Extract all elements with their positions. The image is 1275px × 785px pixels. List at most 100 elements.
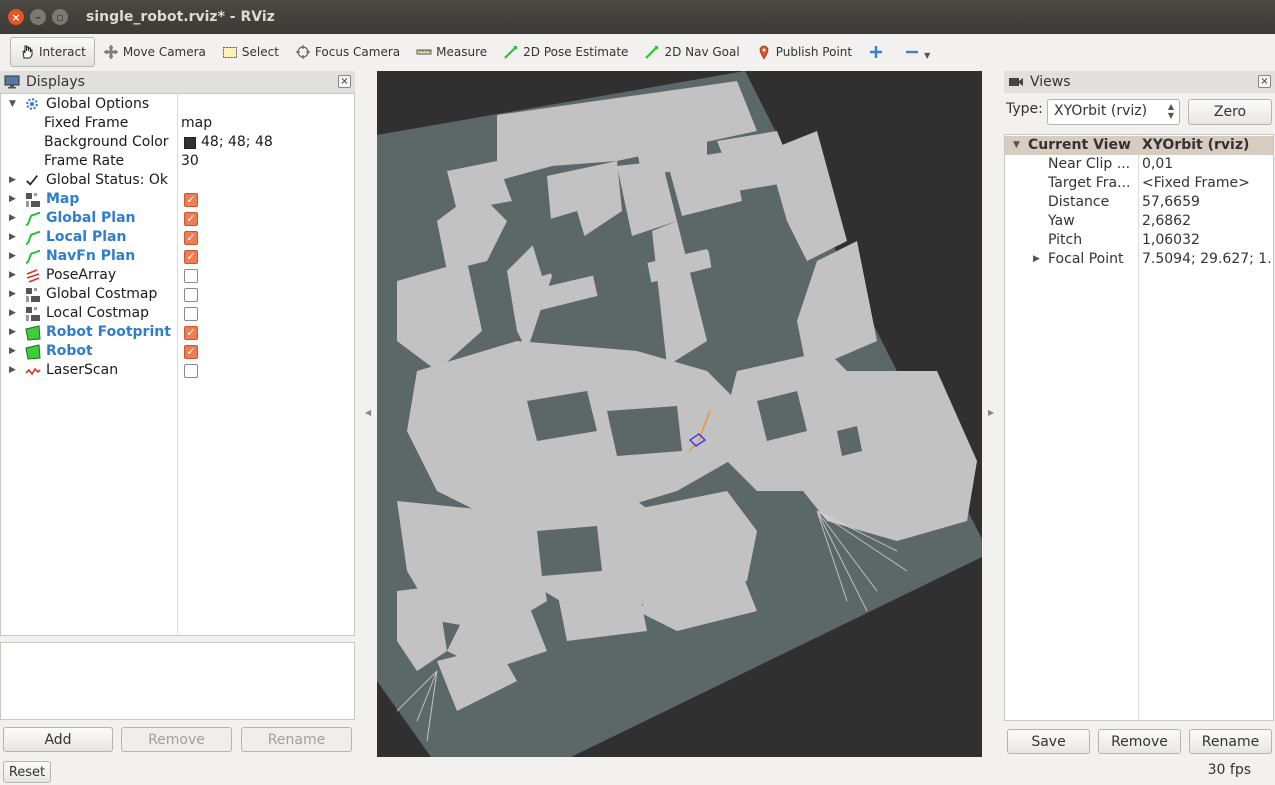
rename-display-button[interactable]: Rename	[241, 727, 352, 752]
grid-map-icon	[25, 192, 41, 208]
display-item-posearray[interactable]: ▶ PoseArray	[1, 266, 354, 285]
tool-2d-nav-goal[interactable]: 2D Nav Goal	[636, 37, 747, 67]
collapsed-arrow-icon[interactable]: ▶	[9, 361, 19, 380]
display-item-global-plan[interactable]: ▶ Global Plan ✓	[1, 209, 354, 228]
remove-tool-menu-button[interactable]: ▼	[896, 37, 938, 67]
display-item-checkbox[interactable]	[184, 307, 198, 321]
collapsed-arrow-icon[interactable]: ▶	[9, 285, 19, 304]
display-item-global-costmap[interactable]: ▶ Global Costmap	[1, 285, 354, 304]
collapsed-arrow-icon[interactable]: ▶	[9, 190, 19, 209]
view-property-value[interactable]: 2,6862	[1142, 212, 1272, 231]
displays-panel-header: Displays ×	[0, 71, 355, 93]
display-item-checkbox[interactable]	[184, 288, 198, 302]
window-close-button[interactable]: ×	[8, 9, 24, 25]
tree-row-global-status[interactable]: ▶ Global Status: Ok	[1, 171, 354, 190]
display-item-robot[interactable]: ▶ Robot ✓	[1, 342, 354, 361]
display-item-checkbox[interactable]	[184, 269, 198, 283]
current-view-row[interactable]: ▼ Current View XYOrbit (rviz)	[1005, 136, 1273, 155]
map-pin-icon	[756, 44, 772, 60]
window-maximize-button[interactable]: ▫	[52, 9, 68, 25]
path-icon	[25, 249, 41, 265]
save-view-button[interactable]: Save	[1007, 729, 1090, 754]
remove-view-button[interactable]: Remove	[1098, 729, 1181, 754]
collapsed-arrow-icon[interactable]: ▶	[9, 209, 19, 228]
tree-row-global-options[interactable]: ▼ Global Options	[1, 95, 354, 114]
display-item-robot-footprint[interactable]: ▶ Robot Footprint ✓	[1, 323, 354, 342]
tool-move-camera[interactable]: Move Camera	[95, 37, 214, 67]
displays-panel-close-button[interactable]: ×	[338, 75, 351, 88]
tool-label: 2D Nav Goal	[664, 45, 740, 59]
collapsed-arrow-icon[interactable]: ▶	[9, 171, 19, 190]
view-property-key: Target Fra...	[1048, 175, 1131, 191]
display-item-checkbox[interactable]: ✓	[184, 326, 198, 340]
collapsed-arrow-icon[interactable]: ▶	[1033, 250, 1040, 269]
view-property-value[interactable]: 57,6659	[1142, 193, 1272, 212]
expanded-arrow-icon[interactable]: ▼	[1013, 136, 1020, 155]
fixed-frame-value[interactable]: map	[181, 114, 212, 133]
view-property-row[interactable]: Distance 57,6659	[1005, 193, 1273, 212]
zero-view-button[interactable]: Zero	[1188, 99, 1272, 125]
collapsed-arrow-icon[interactable]: ▶	[9, 304, 19, 323]
collapsed-arrow-icon[interactable]: ▶	[9, 266, 19, 285]
remove-display-button[interactable]: Remove	[121, 727, 232, 752]
view-property-key: Pitch	[1048, 232, 1083, 248]
view-property-row[interactable]: Target Fra... <Fixed Frame>	[1005, 174, 1273, 193]
add-display-button[interactable]: Add	[3, 727, 113, 752]
display-item-local-plan[interactable]: ▶ Local Plan ✓	[1, 228, 354, 247]
reset-button[interactable]: Reset	[3, 761, 51, 783]
expanded-arrow-icon[interactable]: ▼	[9, 95, 19, 114]
tool-select[interactable]: Select	[214, 37, 287, 67]
background-color-value[interactable]: 48; 48; 48	[201, 133, 273, 152]
display-item-checkbox[interactable]: ✓	[184, 231, 198, 245]
fps-readout: 30 fps	[1207, 762, 1251, 778]
display-item-checkbox[interactable]	[184, 364, 198, 378]
tool-publish-point[interactable]: Publish Point	[748, 37, 860, 67]
grid-map-icon	[25, 287, 41, 303]
window-minimize-button[interactable]: –	[30, 9, 46, 25]
rename-view-button[interactable]: Rename	[1189, 729, 1272, 754]
measure-icon	[416, 44, 432, 60]
color-swatch[interactable]	[184, 137, 196, 149]
tool-2d-pose-estimate[interactable]: 2D Pose Estimate	[495, 37, 636, 67]
views-panel-close-button[interactable]: ×	[1258, 75, 1271, 88]
view-property-value[interactable]: 1,06032	[1142, 231, 1272, 250]
display-item-navfn-plan[interactable]: ▶ NavFn Plan ✓	[1, 247, 354, 266]
move-camera-icon	[103, 44, 119, 60]
global-options-label: Global Options	[46, 96, 150, 112]
add-tool-button[interactable]	[860, 37, 896, 67]
display-item-label: Global Costmap	[46, 286, 158, 302]
view-type-select[interactable]: XYOrbit (rviz) ▲ ▼	[1047, 99, 1180, 125]
view-property-value[interactable]: <Fixed Frame>	[1142, 174, 1272, 193]
right-collapse-handle[interactable]: ▶	[988, 408, 996, 417]
display-item-checkbox[interactable]: ✓	[184, 250, 198, 264]
tool-interact[interactable]: Interact	[10, 37, 95, 67]
display-item-checkbox[interactable]: ✓	[184, 345, 198, 359]
tool-focus-camera[interactable]: Focus Camera	[287, 37, 408, 67]
3d-render-viewport[interactable]	[377, 71, 982, 757]
collapsed-arrow-icon[interactable]: ▶	[9, 323, 19, 342]
display-item-laserscan[interactable]: ▶ LaserScan	[1, 361, 354, 380]
collapsed-arrow-icon[interactable]: ▶	[9, 228, 19, 247]
display-item-map[interactable]: ▶ Map ✓	[1, 190, 354, 209]
tree-row-frame-rate[interactable]: Frame Rate 30	[1, 152, 354, 171]
collapsed-arrow-icon[interactable]: ▶	[9, 342, 19, 361]
frame-rate-label: Frame Rate	[44, 153, 125, 169]
display-item-checkbox[interactable]: ✓	[184, 193, 198, 207]
view-property-value[interactable]: 7.5094; 29.627; 1...	[1142, 250, 1272, 269]
tool-measure[interactable]: Measure	[408, 37, 495, 67]
view-property-row[interactable]: Yaw 2,6862	[1005, 212, 1273, 231]
view-property-row[interactable]: ▶ Focal Point 7.5094; 29.627; 1...	[1005, 250, 1273, 269]
view-property-row[interactable]: Near Clip ... 0,01	[1005, 155, 1273, 174]
tool-label: Focus Camera	[314, 45, 401, 59]
tree-row-background-color[interactable]: Background Color 48; 48; 48	[1, 133, 354, 152]
frame-rate-value[interactable]: 30	[181, 152, 199, 171]
tool-label: 2D Pose Estimate	[523, 45, 629, 59]
display-item-label: Map	[46, 191, 80, 207]
display-item-local-costmap[interactable]: ▶ Local Costmap	[1, 304, 354, 323]
view-property-row[interactable]: Pitch 1,06032	[1005, 231, 1273, 250]
collapsed-arrow-icon[interactable]: ▶	[9, 247, 19, 266]
display-item-checkbox[interactable]: ✓	[184, 212, 198, 226]
view-property-value[interactable]: 0,01	[1142, 155, 1272, 174]
left-collapse-handle[interactable]: ◀	[365, 408, 373, 417]
tree-row-fixed-frame[interactable]: Fixed Frame map	[1, 114, 354, 133]
